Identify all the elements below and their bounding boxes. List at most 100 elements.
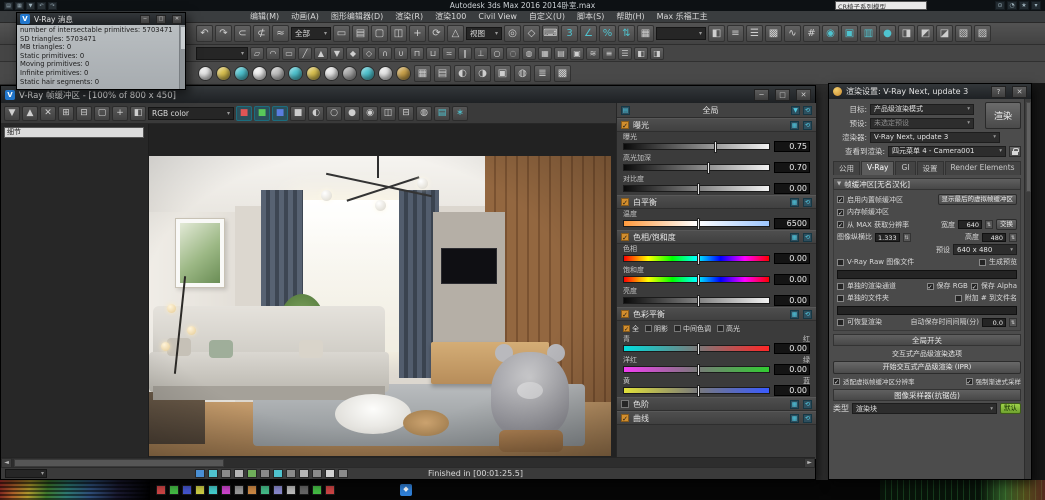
ribbon-tool-icon[interactable]: ☰ — [618, 47, 632, 60]
ribbon-tool-icon[interactable]: ◆ — [346, 47, 360, 60]
tab-GI[interactable]: GI — [895, 161, 915, 175]
section-global-icon[interactable]: ▦ — [790, 400, 799, 409]
start-ipr-button[interactable]: 开始交互式产品级渲染 (IPR) — [833, 361, 1021, 374]
named-selection-edit-icon[interactable]: ▦ — [637, 25, 654, 42]
workspace-icon-2[interactable]: ◩ — [917, 25, 934, 42]
corrections-save-icon[interactable]: ▼ — [791, 106, 800, 115]
spinner-snap-icon[interactable]: ⇅ — [618, 25, 635, 42]
section-global-icon[interactable]: ▦ — [790, 233, 799, 242]
ribbon-tool-icon[interactable]: ◌ — [506, 47, 520, 60]
section-reset-icon[interactable]: ⟲ — [803, 198, 812, 207]
pixel-info-icon[interactable]: ◉ — [362, 106, 378, 121]
toolbar-sphere-icon[interactable] — [324, 66, 339, 81]
slider-handle[interactable] — [697, 183, 700, 195]
status-icon[interactable] — [325, 469, 335, 478]
scroll-left-icon[interactable]: ◄ — [1, 458, 12, 468]
section-enable-checkbox[interactable]: ✓ — [621, 198, 629, 206]
help-icon[interactable]: ? — [991, 86, 1006, 98]
slider-handle[interactable] — [697, 364, 700, 376]
ribbon-tool-icon[interactable]: ≡ — [602, 47, 616, 60]
select-and-link-icon[interactable]: ⊂ — [234, 25, 251, 42]
section-enable-checkbox[interactable]: ✓ — [621, 310, 629, 318]
percent-snap-icon[interactable]: % — [599, 25, 616, 42]
angle-snap-icon[interactable]: ∠ — [580, 25, 597, 42]
open-file-icon[interactable]: ▦ — [15, 2, 24, 10]
unlink-selection-icon[interactable]: ⊄ — [253, 25, 270, 42]
ribbon-tool-icon[interactable]: ∥ — [458, 47, 472, 60]
force-progressive-checkbox[interactable]: ✓ — [966, 378, 973, 385]
status-icon[interactable] — [299, 469, 309, 478]
mode-option[interactable]: 高光 — [717, 324, 740, 334]
rollout-image-sampler-header[interactable]: 图像采样器(抗锯齿) — [833, 389, 1021, 401]
bind-to-space-warp-icon[interactable]: ≈ — [272, 25, 289, 42]
reference-coordinate-dropdown[interactable]: 视图▾ — [466, 27, 502, 40]
save-all-channels-icon[interactable]: ⊟ — [76, 106, 92, 121]
slider-track[interactable] — [623, 345, 770, 352]
separate-render-channels-checkbox[interactable] — [837, 283, 844, 290]
save-file-icon[interactable]: ▼ — [26, 2, 35, 10]
ribbon-tool-icon[interactable]: ▲ — [314, 47, 328, 60]
strip-icon[interactable] — [208, 485, 218, 495]
render-button[interactable]: 渲染 — [985, 102, 1021, 129]
search-input[interactable] — [835, 1, 927, 10]
fit-vfb-resolution-checkbox[interactable]: ✓ — [833, 378, 840, 385]
keyboard-override-icon[interactable]: ⌨ — [542, 25, 559, 42]
status-icon[interactable] — [312, 469, 322, 478]
preset-dropdown[interactable]: 未选定预设 ▾ — [870, 118, 974, 129]
strip-icon[interactable] — [312, 485, 322, 495]
stereo-icon[interactable]: ◍ — [416, 106, 432, 121]
separate-folder-checkbox[interactable] — [837, 295, 844, 302]
slider-handle[interactable] — [697, 274, 700, 286]
strip-icon[interactable] — [195, 485, 205, 495]
search-icon[interactable]: ⊙ — [995, 1, 1005, 10]
section-reset-icon[interactable]: ⟲ — [803, 233, 812, 242]
menu-item[interactable]: Max 乐福工主 — [651, 11, 714, 22]
section-reset-icon[interactable]: ⟲ — [803, 121, 812, 130]
ribbon-tool-icon[interactable]: ▤ — [554, 47, 568, 60]
strip-icon[interactable] — [169, 485, 179, 495]
history-filter-input[interactable]: 细节 — [4, 127, 144, 138]
width-field[interactable]: 640 — [958, 220, 982, 229]
workspace-icon-1[interactable]: ◨ — [898, 25, 915, 42]
ribbon-tool-icon[interactable]: ▼ — [330, 47, 344, 60]
minimize-icon[interactable]: ─ — [140, 15, 150, 24]
named-selection-dropdown[interactable]: ▾ — [656, 27, 706, 40]
resumable-rendering-checkbox[interactable] — [837, 319, 844, 326]
menu-item[interactable]: 自定义(U) — [523, 11, 571, 22]
render-setup-scrollbar[interactable] — [1024, 99, 1031, 479]
slider-value-field[interactable]: 0.00 — [774, 295, 810, 306]
selection-region-icon[interactable]: ▢ — [371, 25, 388, 42]
curve-editor-icon[interactable]: ∿ — [784, 25, 801, 42]
slider-handle[interactable] — [714, 141, 717, 153]
slider-track[interactable] — [623, 297, 770, 304]
menu-item[interactable]: 脚本(S) — [571, 11, 610, 22]
region-render-icon[interactable]: ▢ — [94, 106, 110, 121]
toolbar-sphere-icon[interactable] — [252, 66, 267, 81]
status-icon[interactable] — [260, 469, 270, 478]
slider-track[interactable] — [623, 255, 770, 262]
toolbar-sphere-icon[interactable] — [306, 66, 321, 81]
slider-value-field[interactable]: 0.00 — [774, 183, 810, 194]
section-reset-icon[interactable]: ⟲ — [803, 414, 812, 423]
ribbon-tool-icon[interactable]: ◨ — [650, 47, 664, 60]
section-global-icon[interactable]: ▦ — [790, 121, 799, 130]
lock-icon[interactable] — [1009, 146, 1021, 157]
align-icon[interactable]: ≡ — [727, 25, 744, 42]
monochrome-icon[interactable]: ◐ — [308, 106, 324, 121]
strip-icon[interactable] — [260, 485, 270, 495]
get-resolution-from-max-checkbox[interactable]: ✓ — [837, 221, 844, 228]
green-channel-icon[interactable]: ■ — [254, 106, 270, 121]
extras-tool-icon[interactable]: ◑ — [474, 65, 491, 82]
undo-quick-icon[interactable]: ↶ — [37, 2, 46, 10]
section-enable-checkbox[interactable]: ✓ — [621, 121, 629, 129]
status-icon[interactable] — [221, 469, 231, 478]
correction-section-header[interactable]: ✓色彩平衡▦⟲ — [617, 307, 816, 321]
workspace-icon-4[interactable]: ▧ — [955, 25, 972, 42]
slider-track[interactable] — [623, 387, 770, 394]
strip-icon[interactable] — [286, 485, 296, 495]
strip-icon[interactable] — [325, 485, 335, 495]
red-channel-icon[interactable]: ■ — [236, 106, 252, 121]
target-dropdown[interactable]: 产品级渲染模式 ▾ — [870, 104, 974, 115]
ribbon-tool-icon[interactable]: ▱ — [250, 47, 264, 60]
extras-tool-icon[interactable]: ▤ — [434, 65, 451, 82]
